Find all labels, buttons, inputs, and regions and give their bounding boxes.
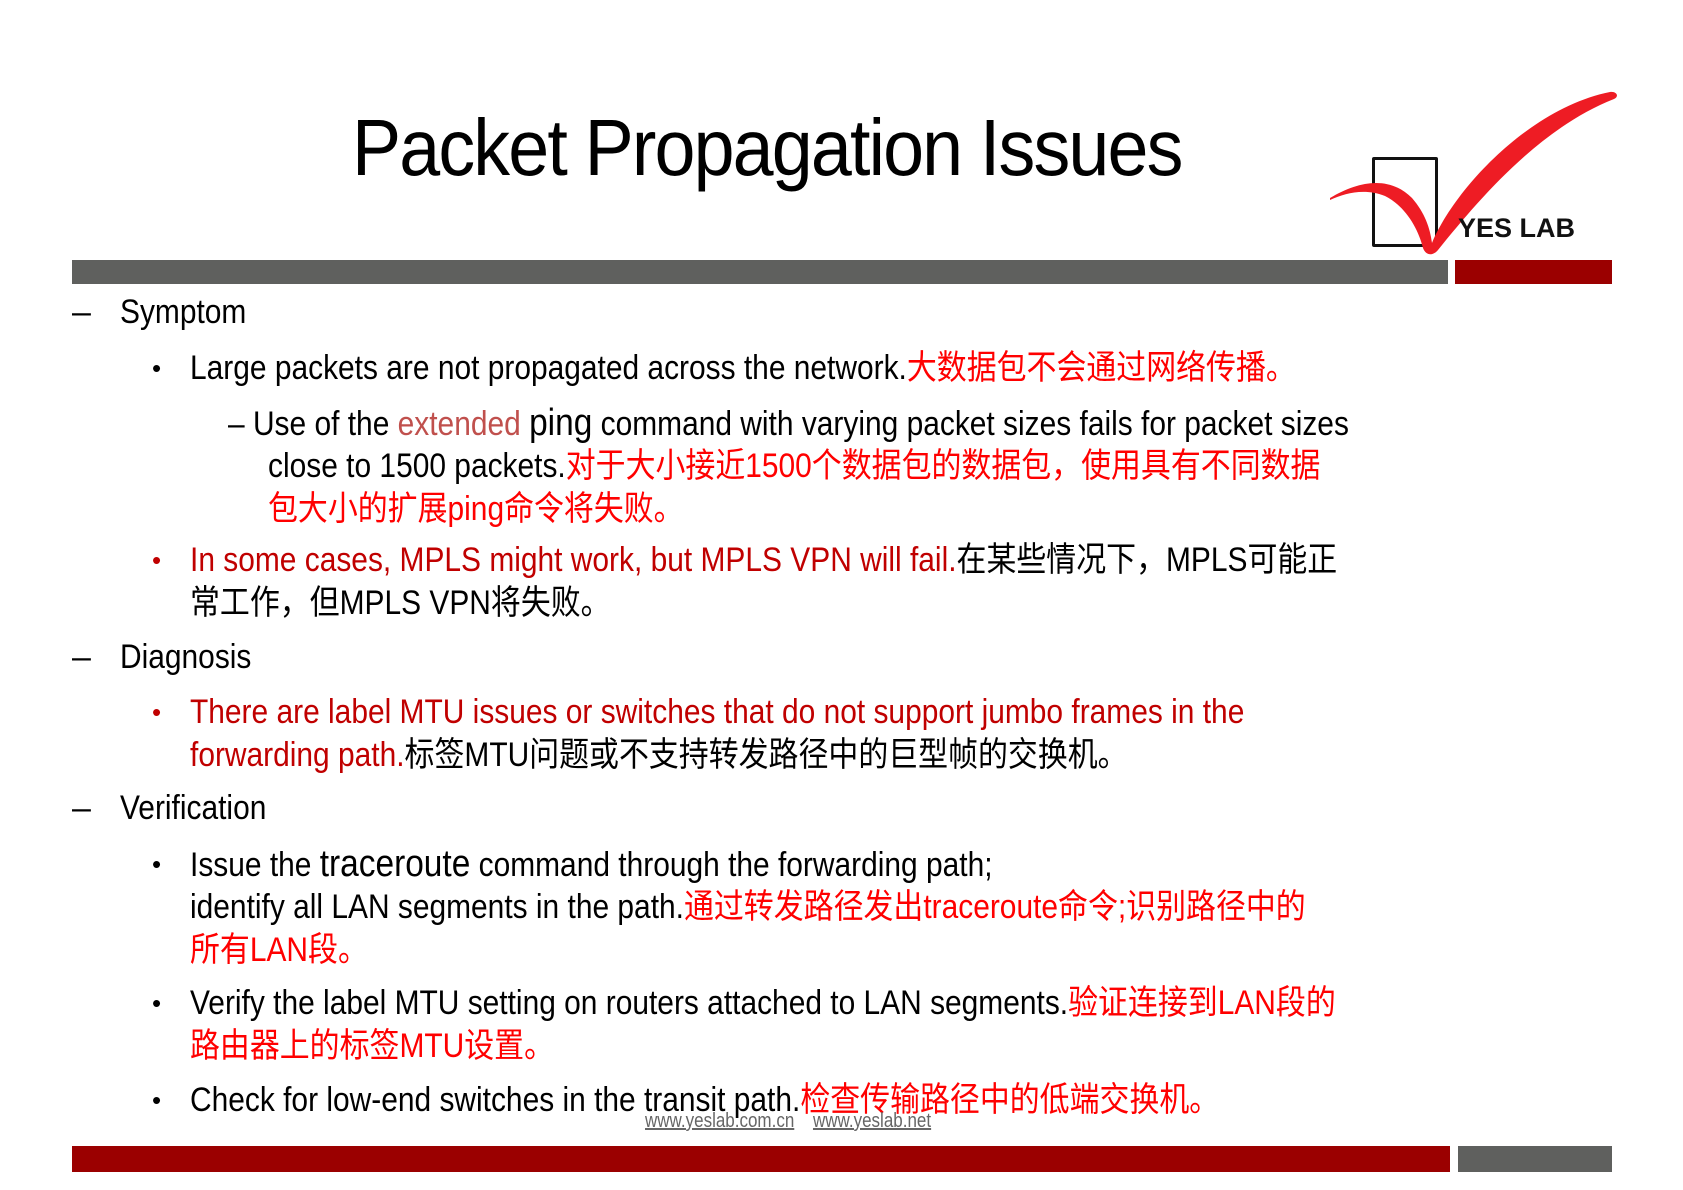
footer-link-net[interactable]: www.yeslab.net xyxy=(813,1110,931,1132)
sub-ping-word: ping xyxy=(529,402,593,444)
footer-divider-gray xyxy=(1458,1146,1612,1172)
section-dash: – xyxy=(72,789,91,827)
symptom-item-1: Large packets are not propagated across … xyxy=(190,348,1296,388)
symptom-item-2-line-2: 常工作，但MPLS VPN将失败。 xyxy=(190,584,611,622)
symptom-sub-line-1: – Use of the extended ping command with … xyxy=(228,403,1349,444)
v1-p2: command through the forwarding path; xyxy=(470,846,993,884)
footer-link-com-cn[interactable]: www.yeslab.com.cn xyxy=(645,1110,794,1132)
sub-line2-en: close to 1500 packets. xyxy=(268,447,566,485)
diagnosis-cn: 标签MTU问题或不支持转发路径中的巨型帧的交换机。 xyxy=(404,736,1128,774)
symptom-sub-line-2: close to 1500 packets.对于大小接近1500个数据包的数据包… xyxy=(268,446,1320,486)
bullet-dot: • xyxy=(152,697,162,727)
section-heading-symptom: Symptom xyxy=(120,293,247,331)
section-heading-verification: Verification xyxy=(120,789,267,827)
bullet-dot: • xyxy=(152,988,162,1018)
verification-item-1-line-2: identify all LAN segments in the path.通过… xyxy=(190,887,1306,927)
slide-title: Packet Propagation Issues xyxy=(352,103,1183,192)
bullet-dot: • xyxy=(152,353,162,383)
sub-extended-word: extended xyxy=(397,405,521,443)
verification-item-1-line-3: 所有LAN段。 xyxy=(190,931,368,969)
symptom-item-1-cn: 大数据包不会通过网络传播。 xyxy=(906,349,1296,387)
diagnosis-en2: forwarding path. xyxy=(190,736,405,774)
v2-en: Verify the label MTU setting on routers … xyxy=(190,984,1069,1022)
v1-traceroute-cmd: traceroute xyxy=(319,843,471,885)
verification-item-2-line-2: 路由器上的标签MTU设置。 xyxy=(190,1027,555,1065)
sub-line2-cn: 对于大小接近1500个数据包的数据包，使用具有不同数据 xyxy=(565,447,1321,485)
logo-text: YES LAB xyxy=(1458,213,1576,243)
section-heading-diagnosis: Diagnosis xyxy=(120,638,252,676)
v2-cn1: 验证连接到LAN段的 xyxy=(1068,984,1336,1022)
symptom-item-2-cn1: 在某些情况下，MPLS可能正 xyxy=(956,541,1338,579)
header-divider-gray xyxy=(72,260,1448,284)
symptom-item-2: In some cases, MPLS might work, but MPLS… xyxy=(190,540,1337,580)
v1-p1: Issue the xyxy=(190,846,320,884)
v1-line2-cn: 通过转发路径发出traceroute命令;识别路径中的 xyxy=(683,888,1306,926)
diagnosis-item-line-1: There are label MTU issues or switches t… xyxy=(190,693,1245,731)
sub-prefix: – Use of the xyxy=(228,405,398,443)
symptom-item-1-en: Large packets are not propagated across … xyxy=(190,349,907,387)
v1-line2-en: identify all LAN segments in the path. xyxy=(190,888,684,926)
section-dash: – xyxy=(72,638,91,676)
sub-rest: command with varying packet sizes fails … xyxy=(592,405,1349,443)
symptom-item-2-en: In some cases, MPLS might work, but MPLS… xyxy=(190,541,957,579)
diagnosis-item-line-2: forwarding path.标签MTU问题或不支持转发路径中的巨型帧的交换机… xyxy=(190,735,1128,775)
bullet-dot: • xyxy=(152,1085,162,1115)
footer-divider-red xyxy=(72,1146,1450,1172)
header-divider-red xyxy=(1455,260,1612,284)
section-dash: – xyxy=(72,293,91,331)
bullet-dot: • xyxy=(152,849,162,879)
footer-links: www.yeslab.com.cn www.yeslab.net xyxy=(645,1110,950,1133)
symptom-sub-line-3: 包大小的扩展ping命令将失败。 xyxy=(268,490,684,528)
bullet-dot: • xyxy=(152,545,162,575)
verification-item-2-line-1: Verify the label MTU setting on routers … xyxy=(190,983,1336,1023)
verification-item-1-line-1: Issue the traceroute command through the… xyxy=(190,844,993,885)
